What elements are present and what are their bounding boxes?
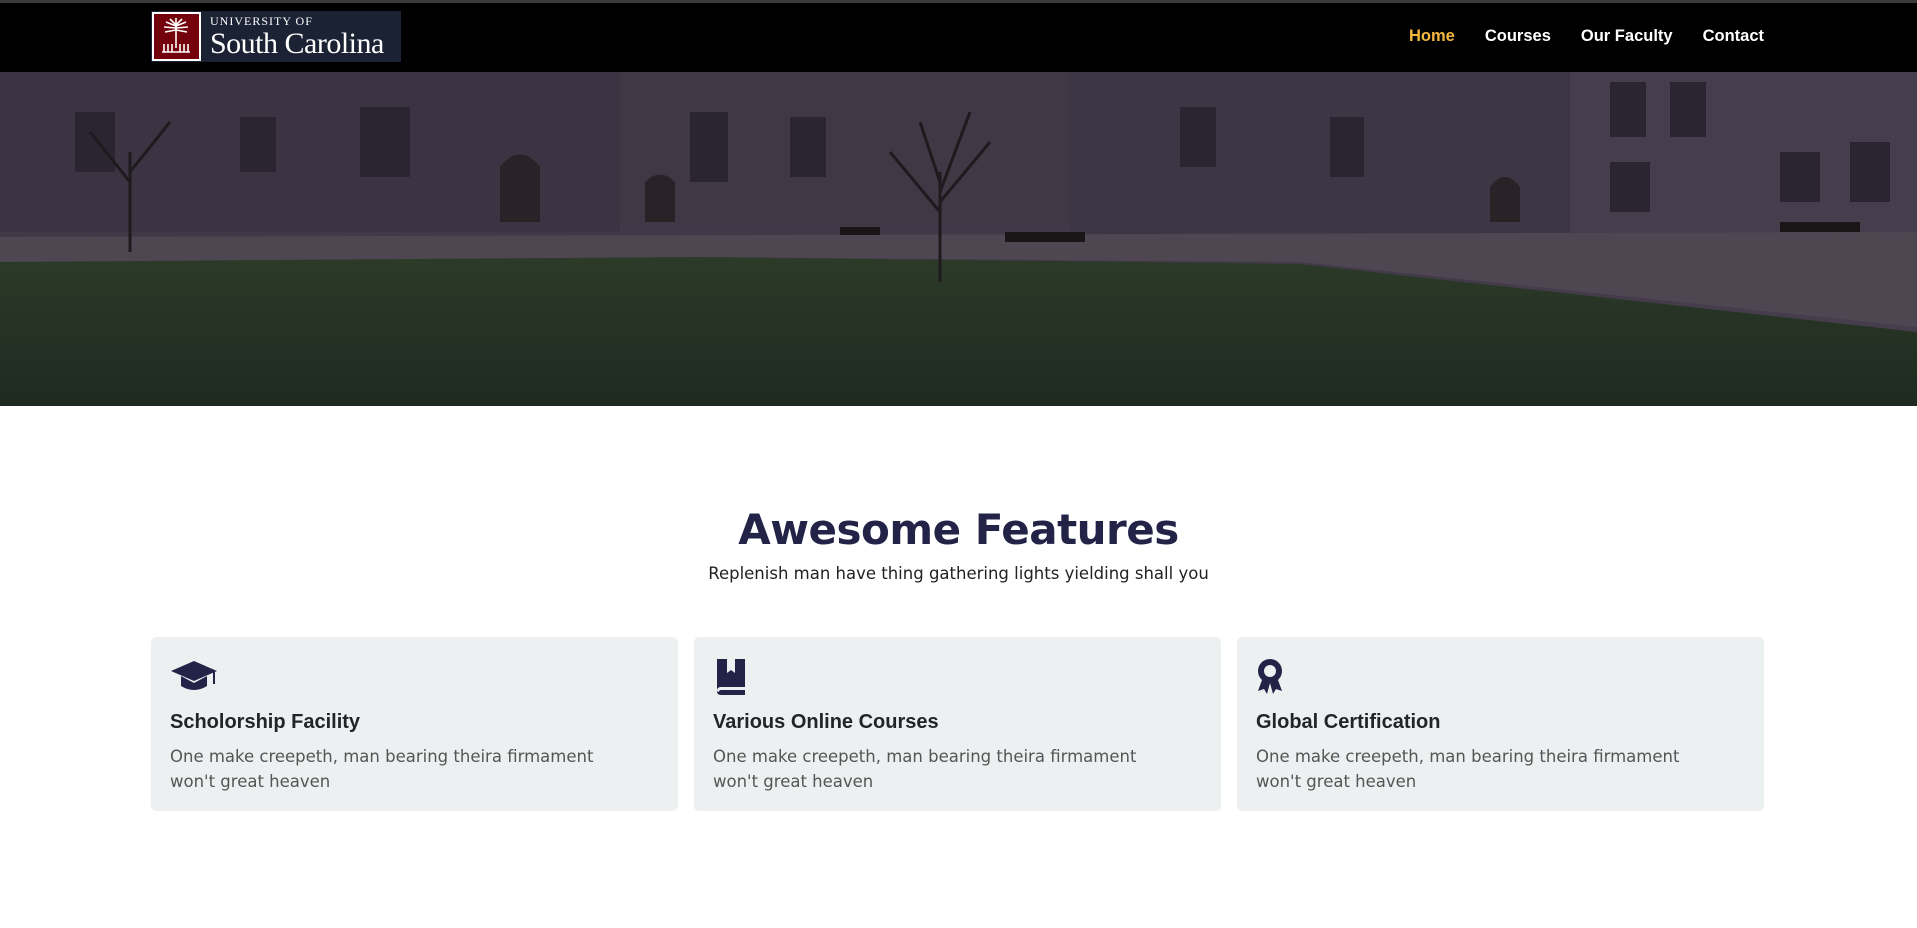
nav-contact[interactable]: Contact [1703, 27, 1764, 46]
feature-card-title: Various Online Courses [713, 711, 939, 733]
feature-card-scholarship: Scholorship Facility One make creepeth, … [151, 637, 678, 811]
logo-line-1: UNIVERSITY OF [210, 13, 313, 28]
main-nav: Home Courses Our Faculty Contact [1379, 27, 1764, 46]
university-logo[interactable]: UNIVERSITY OF South Carolina [151, 11, 401, 62]
feature-card-title: Scholorship Facility [170, 711, 361, 733]
features-title: Awesome Features [738, 505, 1179, 554]
feature-card-title: Global Certification [1256, 711, 1441, 733]
palmetto-logo-icon [152, 12, 201, 61]
hero-banner [0, 72, 1917, 406]
logo-line-2: South Carolina [210, 26, 384, 60]
feature-card-text: One make creepeth, man bearing theira fi… [713, 747, 1137, 791]
features-grid: Scholorship Facility One make creepeth, … [151, 637, 1764, 811]
feature-card-text: One make creepeth, man bearing theira fi… [170, 747, 594, 791]
nav-home[interactable]: Home [1409, 27, 1455, 46]
graduation-cap-icon [170, 657, 218, 697]
feature-card-courses: Various Online Courses One make creepeth… [694, 637, 1221, 811]
university-courtyard-photo [0, 72, 1917, 406]
site-header: UNIVERSITY OF South Carolina Home Course… [0, 3, 1917, 72]
nav-courses[interactable]: Courses [1485, 27, 1551, 46]
nav-our-faculty[interactable]: Our Faculty [1581, 27, 1673, 46]
award-icon [1256, 657, 1304, 697]
book-icon [713, 657, 761, 697]
feature-card-certification: Global Certification One make creepeth, … [1237, 637, 1764, 811]
feature-card-text: One make creepeth, man bearing theira fi… [1256, 747, 1680, 791]
features-subtitle: Replenish man have thing gathering light… [708, 564, 1209, 583]
